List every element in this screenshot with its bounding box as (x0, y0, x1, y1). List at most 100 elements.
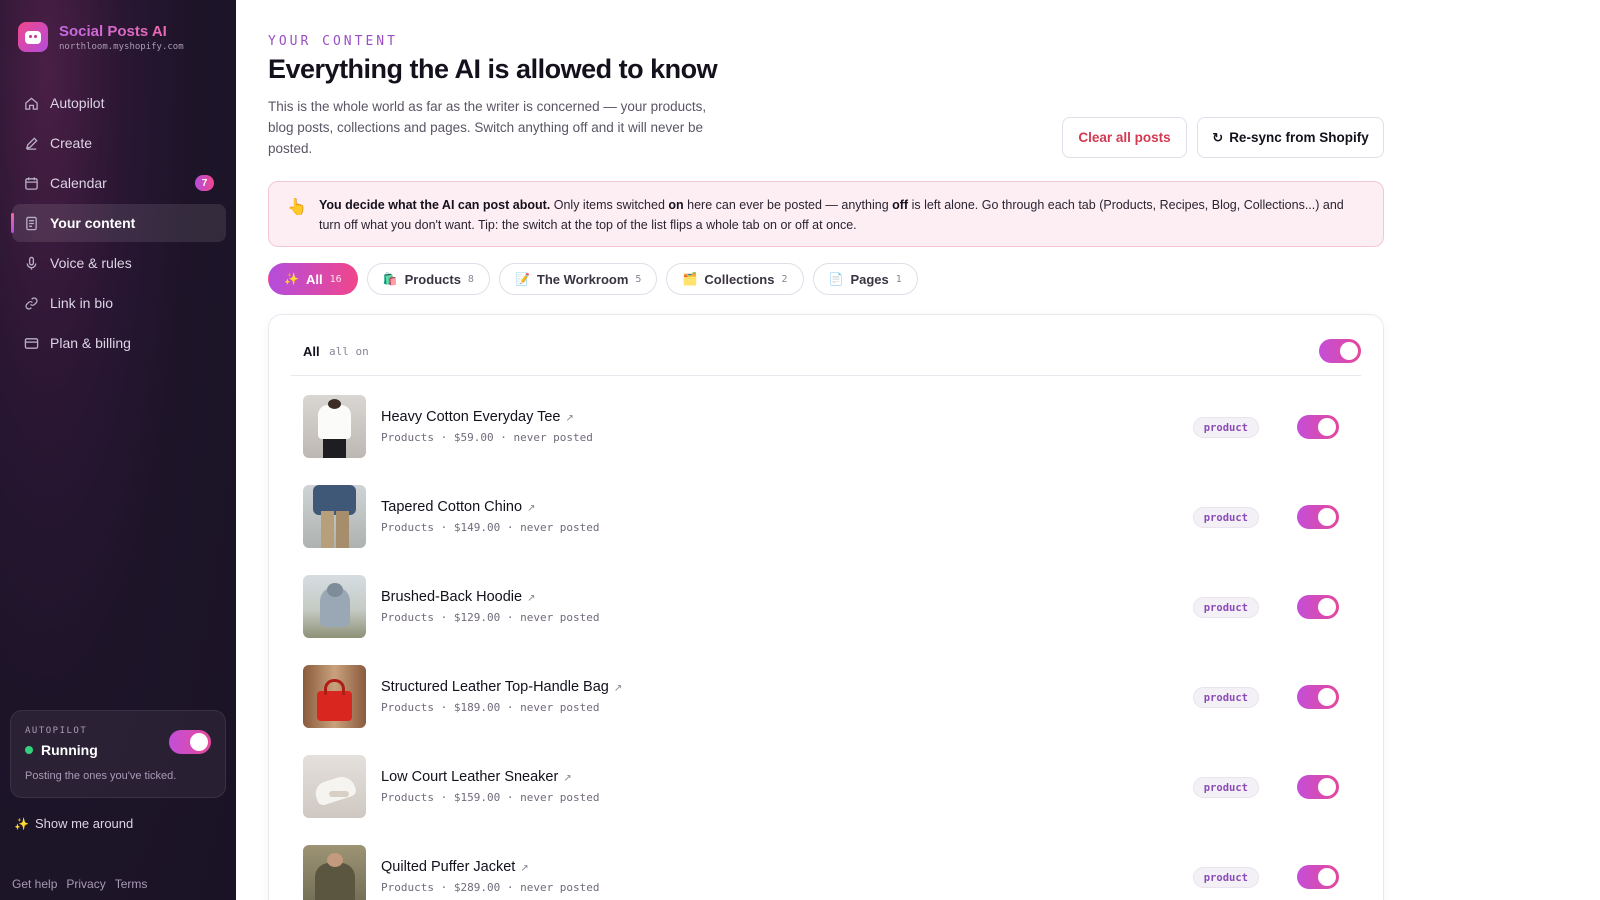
sidebar-item-voice-rules[interactable]: Voice & rules (12, 244, 226, 282)
sidebar-item-label: Create (50, 135, 93, 151)
external-link-icon[interactable]: ↗ (565, 413, 573, 424)
calendar-icon (23, 175, 39, 191)
tab-products[interactable]: 🛍️ Products 8 (366, 263, 490, 295)
folder-icon: 🗂️ (682, 272, 698, 286)
brand[interactable]: Social Posts AI northloom.myshopify.com (18, 22, 184, 52)
tab-label: The Workroom (536, 271, 629, 287)
item-type-badge: product (1192, 867, 1259, 888)
shopping-bag-icon: 🛍️ (382, 272, 398, 286)
autopilot-status-card: AUTOPILOT Running Posting the ones you'v… (10, 710, 226, 798)
product-thumbnail (303, 755, 366, 818)
page-subtitle: This is the whole world as far as the wr… (268, 99, 707, 156)
tab-count: 1 (895, 273, 902, 285)
show-me-around-link[interactable]: ✨ Show me around (14, 816, 133, 831)
page-icon: 📄 (828, 272, 844, 286)
item-meta: Products · $159.00 · never posted (381, 791, 600, 804)
item-meta: Products · $149.00 · never posted (381, 521, 600, 534)
autopilot-status: Running (25, 742, 98, 758)
item-toggle[interactable] (1297, 865, 1339, 889)
item-toggle[interactable] (1297, 595, 1339, 619)
list-item[interactable]: Structured Leather Top-Handle Bag ↗ Produ… (303, 665, 1351, 729)
product-thumbnail (303, 395, 366, 458)
item-title[interactable]: Structured Leather Top-Handle Bag ↗ (381, 679, 622, 695)
item-toggle[interactable] (1297, 685, 1339, 709)
item-type-badge: product (1192, 417, 1259, 438)
item-toggle[interactable] (1297, 415, 1339, 439)
sidebar-item-calendar[interactable]: Calendar 7 (12, 164, 226, 202)
external-link-icon[interactable]: ↗ (563, 773, 571, 784)
tab-label: All (305, 271, 323, 287)
product-thumbnail (303, 485, 366, 548)
tour-label: Show me around (34, 816, 134, 831)
sidebar-nav: Autopilot Create Calendar 7 Your content (11, 84, 226, 364)
store-domain: northloom.myshopify.com (59, 41, 184, 52)
external-link-icon[interactable]: ↗ (527, 593, 535, 604)
info-notice: 👆 You decide what the AI can post about.… (268, 181, 1384, 247)
calendar-count-badge: 7 (195, 175, 214, 191)
item-title[interactable]: Brushed-Back Hoodie ↗ (381, 589, 535, 605)
item-title[interactable]: Tapered Cotton Chino ↗ (381, 499, 535, 515)
item-type-badge: product (1192, 597, 1259, 618)
tab-the-workroom[interactable]: 📝 The Workroom 5 (498, 263, 658, 295)
resync-shopify-button[interactable]: ↻ Re-sync from Shopify (1197, 117, 1384, 158)
credit-card-icon (23, 335, 39, 351)
sparkle-icon: ✨ (284, 272, 299, 286)
autopilot-status-text: Running (41, 742, 98, 758)
memo-icon: 📝 (514, 272, 530, 286)
tab-label: Pages (850, 271, 889, 287)
privacy-link[interactable]: Privacy (66, 877, 105, 891)
item-title[interactable]: Heavy Cotton Everyday Tee ↗ (381, 409, 574, 425)
list-item[interactable]: Brushed-Back Hoodie ↗ Products · $129.00 … (303, 575, 1351, 639)
list-item[interactable]: Tapered Cotton Chino ↗ Products · $149.00… (303, 485, 1351, 549)
sidebar-item-label: Link in bio (50, 295, 114, 311)
list-item[interactable]: Heavy Cotton Everyday Tee ↗ Products · $5… (303, 395, 1351, 459)
item-meta: Products · $289.00 · never posted (381, 881, 600, 894)
external-link-icon[interactable]: ↗ (527, 503, 535, 514)
item-toggle[interactable] (1297, 775, 1339, 799)
tab-label: Products (404, 271, 461, 287)
toggle-all-switch[interactable] (1319, 339, 1361, 363)
item-meta: Products · $59.00 · never posted (381, 431, 593, 444)
item-meta: Products · $129.00 · never posted (381, 611, 600, 624)
external-link-icon[interactable]: ↗ (520, 863, 528, 874)
document-icon (23, 215, 39, 231)
sidebar: Social Posts AI northloom.myshopify.com … (0, 0, 236, 900)
tab-all[interactable]: ✨ All 16 (268, 263, 358, 295)
autopilot-toggle[interactable] (169, 730, 211, 754)
tab-pages[interactable]: 📄 Pages 1 (812, 263, 918, 295)
sidebar-item-label: Plan & billing (50, 335, 131, 351)
item-toggle[interactable] (1297, 505, 1339, 529)
list-header: All all on (291, 315, 1361, 376)
sidebar-item-create[interactable]: Create (12, 124, 226, 162)
app-name: Social Posts AI (59, 23, 184, 41)
sidebar-item-link-in-bio[interactable]: Link in bio (12, 284, 226, 322)
app-logo-icon (18, 22, 48, 52)
refresh-icon: ↻ (1212, 129, 1224, 145)
content-filter-tabs: ✨ All 16 🛍️ Products 8 📝 The Workroom 5 … (268, 263, 918, 295)
sidebar-item-autopilot[interactable]: Autopilot (12, 84, 226, 122)
tab-count: 5 (635, 273, 642, 285)
tab-collections[interactable]: 🗂️ Collections 2 (666, 263, 804, 295)
home-icon (23, 95, 39, 111)
sidebar-item-label: Autopilot (50, 95, 105, 111)
status-dot-icon (25, 746, 33, 754)
external-link-icon[interactable]: ↗ (614, 683, 622, 694)
tab-count: 2 (781, 273, 788, 285)
item-type-badge: product (1192, 507, 1259, 528)
list-item[interactable]: Quilted Puffer Jacket ↗ Products · $289.0… (303, 845, 1351, 900)
product-thumbnail (303, 575, 366, 638)
autopilot-description: Posting the ones you've ticked. (25, 770, 177, 782)
pencil-icon (23, 135, 39, 151)
item-title[interactable]: Low Court Leather Sneaker ↗ (381, 769, 572, 785)
sidebar-footer-links: Get help Privacy Terms (12, 877, 147, 891)
sidebar-item-your-content[interactable]: Your content (11, 204, 226, 242)
content-list: All all on Heavy Cotton Everyday Tee ↗ Pr… (268, 314, 1384, 900)
list-item[interactable]: Low Court Leather Sneaker ↗ Products · $1… (303, 755, 1351, 819)
get-help-link[interactable]: Get help (12, 877, 57, 891)
item-title[interactable]: Quilted Puffer Jacket ↗ (381, 859, 529, 875)
clear-all-posts-button[interactable]: Clear all posts (1062, 117, 1187, 158)
sidebar-item-label: Voice & rules (50, 255, 132, 271)
terms-link[interactable]: Terms (115, 877, 148, 891)
resync-label: Re-sync from Shopify (1229, 130, 1369, 145)
sidebar-item-plan-billing[interactable]: Plan & billing (12, 324, 226, 362)
